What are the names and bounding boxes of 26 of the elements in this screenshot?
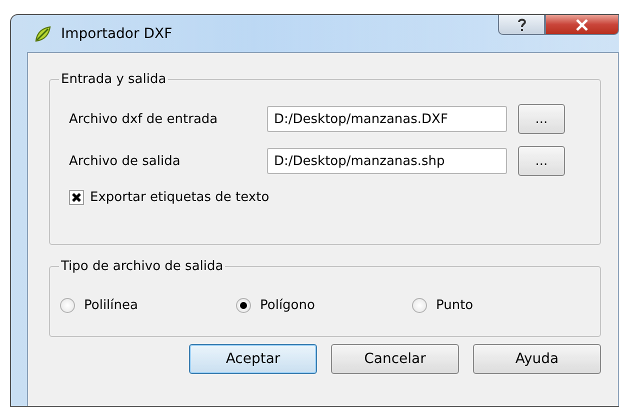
input-field[interactable]: D:/Desktop/manzanas.DXF: [267, 106, 507, 132]
help-icon: [516, 18, 528, 32]
radio-label: Polilínea: [84, 298, 138, 313]
help-button[interactable]: [498, 15, 545, 35]
browse-button[interactable]: ...: [518, 104, 565, 134]
input-field[interactable]: D:/Desktop/manzanas.shp: [267, 148, 507, 174]
group-title: Tipo de archivo de salida: [60, 259, 224, 274]
close-button[interactable]: [545, 15, 619, 35]
radio-button[interactable]: [412, 298, 427, 313]
close-icon: [575, 18, 589, 30]
radio-button[interactable]: [60, 298, 75, 313]
cross-icon: [71, 192, 82, 203]
dialog-button[interactable]: Cancelar: [331, 344, 459, 374]
group-title: Entrada y salida: [60, 72, 168, 87]
radio-button[interactable]: [236, 298, 251, 313]
dialog-button[interactable]: Aceptar: [189, 344, 317, 374]
leaf-icon: [33, 24, 53, 44]
checkbox-label: Exportar etiquetas de texto: [90, 190, 270, 205]
window-title: Importador DXF: [61, 26, 172, 42]
field-label: Archivo de salida: [69, 154, 182, 168]
dialog-button[interactable]: Ayuda: [473, 344, 601, 374]
browse-button[interactable]: ...: [518, 146, 565, 176]
radio-label: Punto: [436, 298, 474, 313]
field-label: Archivo dxf de entrada: [69, 112, 219, 126]
checkbox[interactable]: [69, 190, 84, 205]
radio-label: Polígono: [260, 298, 315, 313]
